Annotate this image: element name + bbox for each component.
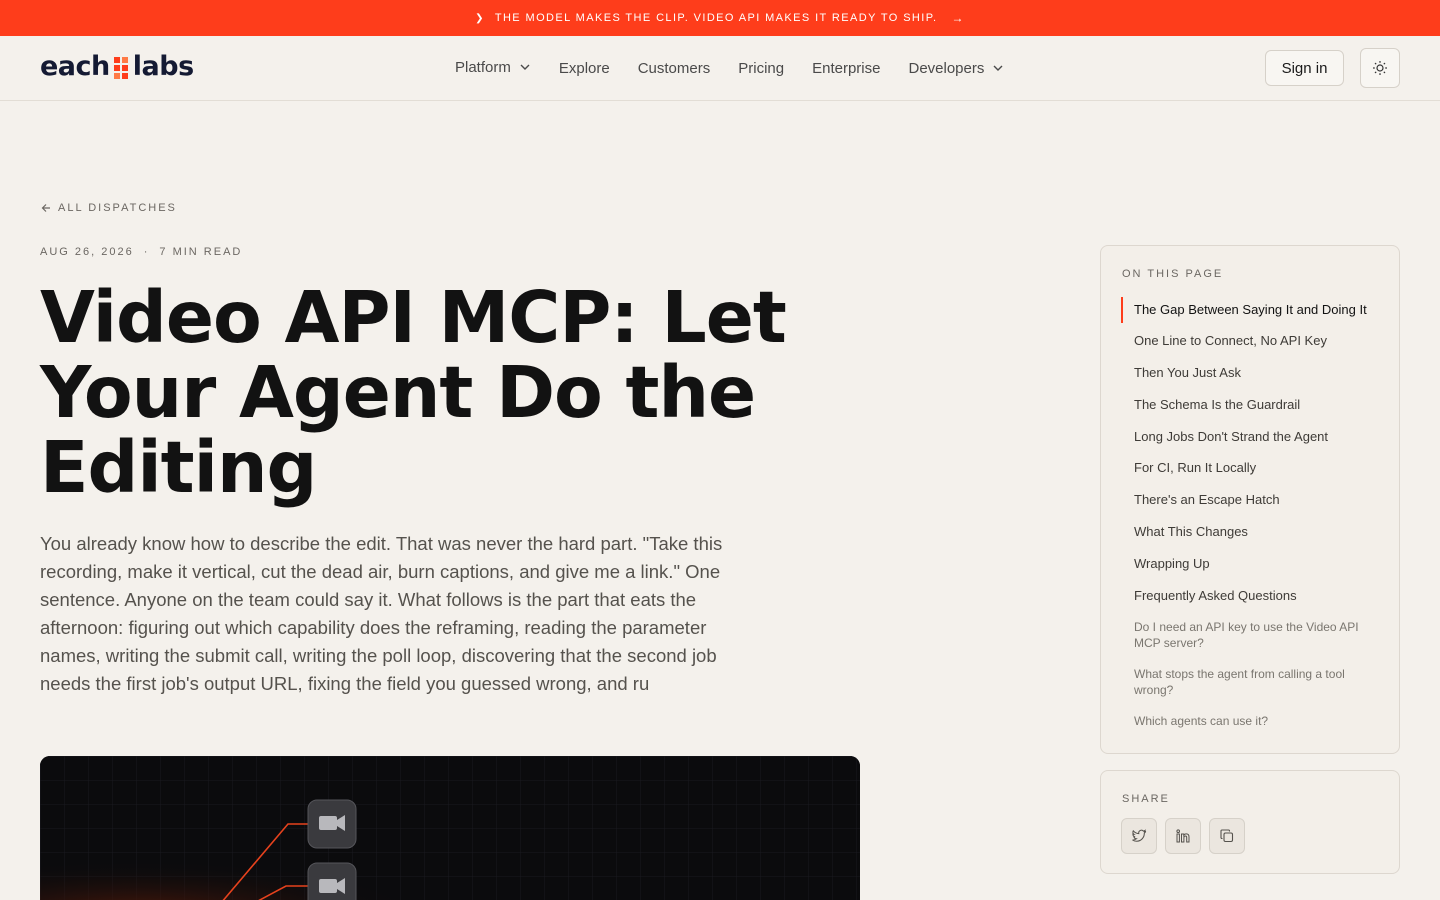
arrow-left-icon [41,204,50,212]
read-time: 7 MIN READ [159,246,243,258]
publish-date: AUG 26, 2026 [40,246,134,258]
nav-enterprise-label: Enterprise [812,59,881,77]
article-lede: You already know how to describe the edi… [40,533,723,694]
nav-enterprise[interactable]: Enterprise [812,60,880,77]
toc-item[interactable]: The Schema Is the Guardrail [1121,397,1383,413]
toc-heading: ON THIS PAGE [1122,268,1224,280]
back-label: ALL DISPATCHES [58,202,177,214]
meta-separator: · [143,246,150,258]
table-of-contents: ON THIS PAGE The Gap Between Saying It a… [1100,245,1400,754]
nav-platform[interactable]: Platform [455,59,531,76]
nav-customers-label: Customers [637,59,711,77]
chevron-down-icon [520,64,530,70]
share-heading: SHARE [1122,793,1170,805]
toc-subitem[interactable]: Do I need an API key to use the Video AP… [1121,619,1383,651]
workflow-illustration [40,756,860,900]
share-panel: SHARE [1100,770,1400,874]
logo-dots-icon [113,57,128,79]
toc-subitem[interactable]: What stops the agent from calling a tool… [1121,666,1383,698]
chevron-right-icon: ❯ [475,12,485,24]
linkedin-icon [1176,829,1190,843]
toc-item[interactable]: Wrapping Up [1121,556,1383,572]
nav-developers-label: Developers [908,59,985,77]
toc-item[interactable]: The Gap Between Saying It and Doing It [1121,297,1383,323]
nav-developers[interactable]: Developers [908,60,1004,77]
copy-icon [1220,829,1234,843]
logo[interactable]: each labs [40,50,194,82]
share-twitter-button[interactable] [1121,818,1157,854]
sign-in-button[interactable]: Sign in [1265,50,1344,86]
sun-icon [1373,61,1387,75]
top-navigation: each labs Platform Explore Customers Pri… [0,36,1440,101]
toc-item[interactable]: Frequently Asked Questions [1121,588,1383,604]
nav-links: Platform Explore Customers Pricing Enter… [455,36,1004,100]
nav-pricing[interactable]: Pricing [738,60,784,77]
nav-customers[interactable]: Customers [638,60,711,77]
arrow-right-icon: → [951,11,965,25]
back-to-dispatches-link[interactable]: ALL DISPATCHES [40,202,177,214]
announcement-banner[interactable]: ❯ THE MODEL MAKES THE CLIP. VIDEO API MA… [0,0,1440,36]
chevron-down-icon [993,65,1003,71]
nav-pricing-label: Pricing [738,59,785,77]
video-node-icon [307,799,357,849]
twitter-icon [1132,829,1147,842]
toc-item[interactable]: Long Jobs Don't Strand the Agent [1121,429,1383,445]
toc-subitem[interactable]: Which agents can use it? [1121,713,1383,729]
toc-item[interactable]: One Line to Connect, No API Key [1121,333,1383,349]
hero-image [40,756,860,900]
article-meta: AUG 26, 2026 · 7 MIN READ [40,246,242,258]
logo-text-left: each [40,50,110,82]
toc-item[interactable]: Then You Just Ask [1121,365,1383,381]
theme-toggle-button[interactable] [1360,48,1400,88]
copy-link-button[interactable] [1209,818,1245,854]
toc-item[interactable]: What This Changes [1121,524,1383,540]
video-node-icon [307,862,357,900]
banner-text[interactable]: THE MODEL MAKES THE CLIP. VIDEO API MAKE… [495,12,938,24]
nav-explore[interactable]: Explore [559,60,610,77]
toc-item[interactable]: There's an Escape Hatch [1121,492,1383,508]
nav-platform-label: Platform [455,58,511,76]
share-linkedin-button[interactable] [1165,818,1201,854]
nav-explore-label: Explore [558,59,610,77]
toc-item[interactable]: For CI, Run It Locally [1121,460,1383,476]
logo-text-right: labs [132,50,194,82]
article-title: Video API MCP: Let Your Agent Do the Edi… [40,276,787,509]
